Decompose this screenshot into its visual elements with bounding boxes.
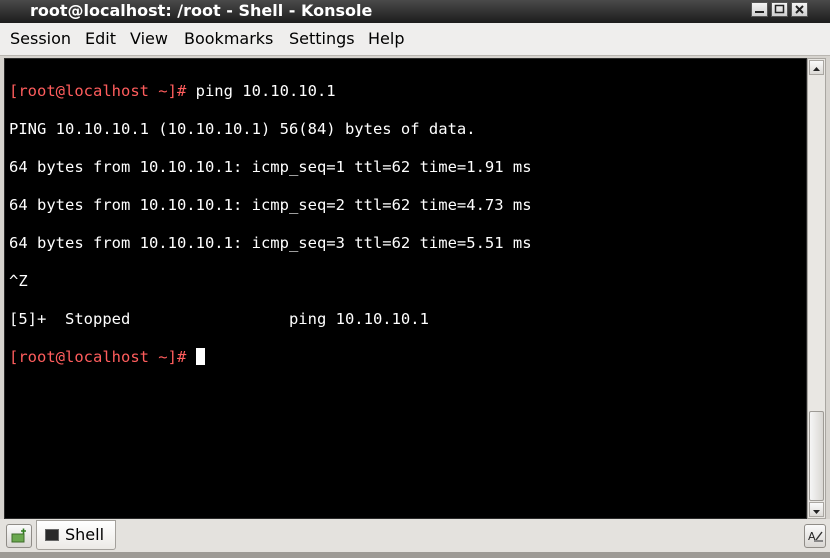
output-text: ^Z	[9, 272, 28, 290]
shell-prompt: [root@localhost ~]#	[9, 348, 187, 366]
scrollbar-thumb[interactable]	[809, 411, 824, 501]
command-text	[186, 348, 195, 366]
terminal-output: [root@localhost ~]# ping 10.10.10.1 PING…	[9, 63, 532, 405]
scroll-down-button[interactable]	[809, 502, 824, 517]
output-text: 64 bytes from 10.10.10.1: icmp_seq=3 ttl…	[9, 234, 532, 252]
terminal-icon	[45, 529, 59, 541]
command-text: ping 10.10.10.1	[186, 82, 336, 100]
terminal-line: [5]+ Stopped ping 10.10.10.1	[9, 310, 532, 329]
shell-prompt: [root@localhost ~]#	[9, 82, 187, 100]
tab-label: Shell	[65, 525, 105, 544]
terminal-line: [root@localhost ~]# ping 10.10.10.1	[9, 82, 532, 101]
tab-shell[interactable]: Shell	[36, 520, 116, 550]
menu-settings[interactable]: Settings	[289, 30, 355, 48]
output-text: PING 10.10.10.1 (10.10.10.1) 56(84) byte…	[9, 120, 476, 138]
terminal-line: 64 bytes from 10.10.10.1: icmp_seq=1 ttl…	[9, 158, 532, 177]
maximize-button[interactable]	[771, 2, 788, 17]
close-button[interactable]	[791, 2, 808, 17]
tab-bar: Shell A	[0, 519, 830, 552]
new-tab-icon	[11, 528, 26, 543]
maximize-icon	[774, 4, 785, 14]
arrow-down-icon	[813, 510, 820, 514]
menu-session[interactable]: Session	[10, 30, 71, 48]
terminal-line: 64 bytes from 10.10.10.1: icmp_seq=2 ttl…	[9, 196, 532, 215]
terminal-view[interactable]: [root@localhost ~]# ping 10.10.10.1 PING…	[4, 58, 807, 519]
menu-bar: Session Edit View Bookmarks Settings Hel…	[0, 23, 830, 56]
terminal-line: PING 10.10.10.1 (10.10.10.1) 56(84) byte…	[9, 120, 532, 139]
rename-tab-icon: A	[808, 530, 823, 543]
menu-bookmarks[interactable]: Bookmarks	[184, 30, 273, 48]
arrow-up-icon	[813, 67, 820, 71]
close-icon	[795, 5, 804, 14]
window-bottom-edge	[0, 552, 830, 558]
terminal-line: 64 bytes from 10.10.10.1: icmp_seq=3 ttl…	[9, 234, 532, 253]
output-text: [5]+ Stopped ping 10.10.10.1	[9, 310, 429, 328]
menu-view[interactable]: View	[130, 30, 168, 48]
minimize-button[interactable]	[751, 2, 768, 17]
new-tab-button[interactable]	[6, 524, 32, 548]
menu-edit[interactable]: Edit	[85, 30, 116, 48]
scroll-up-button[interactable]	[809, 60, 824, 75]
window-title: root@localhost: /root - Shell - Konsole	[30, 1, 373, 20]
menu-help[interactable]: Help	[368, 30, 404, 48]
minimize-icon	[755, 11, 764, 13]
terminal-line: ^Z	[9, 272, 532, 291]
vertical-scrollbar[interactable]	[807, 58, 826, 519]
rename-tab-button[interactable]: A	[804, 524, 826, 548]
output-text: 64 bytes from 10.10.10.1: icmp_seq=2 ttl…	[9, 196, 532, 214]
text-cursor	[195, 348, 205, 365]
terminal-line: [root@localhost ~]#	[9, 348, 532, 367]
output-text: 64 bytes from 10.10.10.1: icmp_seq=1 ttl…	[9, 158, 532, 176]
title-bar[interactable]: root@localhost: /root - Shell - Konsole	[0, 0, 830, 23]
